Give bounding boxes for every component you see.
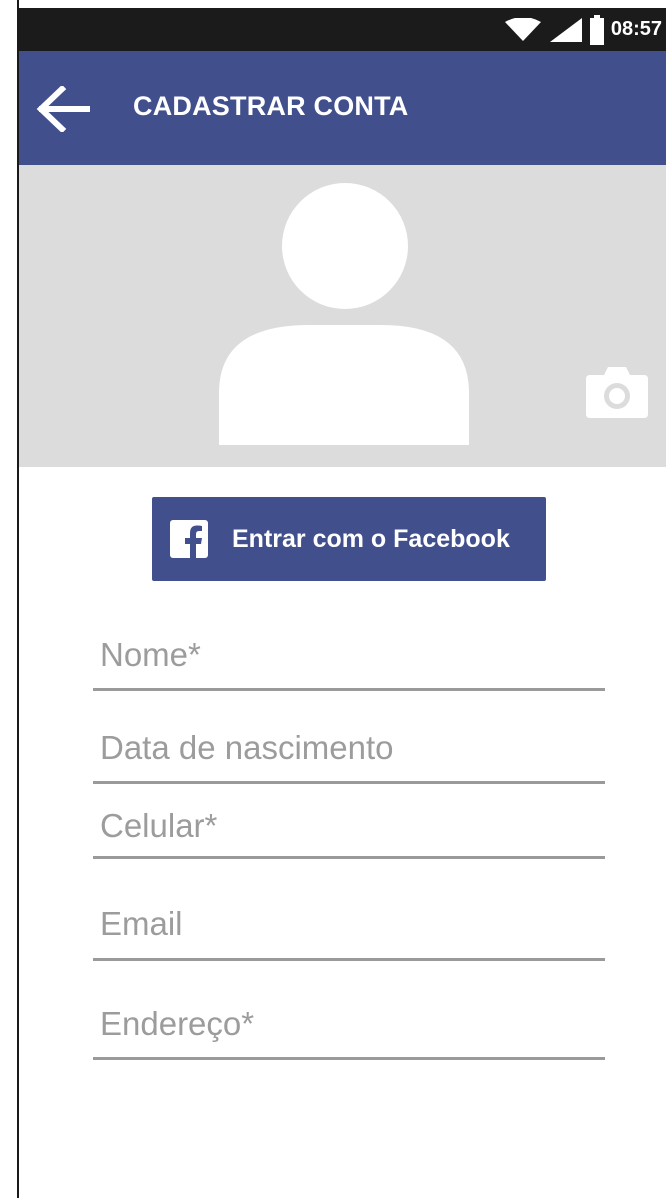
- email-field-underline: [93, 958, 605, 961]
- wifi-icon: [504, 17, 541, 41]
- phone-field-underline: [93, 856, 605, 859]
- back-button[interactable]: [35, 81, 91, 137]
- app-bar: CADASTRAR CONTA: [19, 51, 666, 165]
- birthdate-field-underline: [93, 781, 605, 784]
- birthdate-field[interactable]: Data de nascimento: [93, 725, 605, 785]
- email-field[interactable]: Email: [93, 903, 605, 963]
- birthdate-field-placeholder: Data de nascimento: [100, 729, 394, 766]
- phone-field[interactable]: Celular*: [93, 805, 605, 860]
- battery-icon: [589, 14, 604, 45]
- address-field-underline: [93, 1057, 605, 1060]
- name-field-underline: [93, 688, 605, 691]
- facebook-icon: [170, 520, 208, 558]
- status-bar: 08:57: [18, 8, 666, 51]
- address-field-placeholder: Endereço*: [100, 1005, 255, 1042]
- address-field[interactable]: Endereço*: [93, 1003, 605, 1063]
- email-field-placeholder: Email: [100, 905, 183, 942]
- signal-icon: [549, 17, 582, 42]
- arrow-left-icon: [36, 86, 90, 132]
- camera-icon[interactable]: [586, 363, 648, 418]
- name-field[interactable]: Nome*: [93, 630, 605, 692]
- name-field-placeholder: Nome*: [100, 636, 201, 673]
- facebook-login-button[interactable]: Entrar com o Facebook: [152, 497, 546, 581]
- screen: 08:57 CADASTRAR CONTA Entrar com o Faceb…: [0, 0, 666, 1198]
- status-time: 08:57: [610, 18, 662, 40]
- person-silhouette-icon: [219, 183, 469, 445]
- phone-field-placeholder: Celular*: [100, 807, 218, 844]
- page-title: CADASTRAR CONTA: [133, 91, 409, 121]
- facebook-button-label: Entrar com o Facebook: [232, 524, 510, 553]
- profile-photo-area[interactable]: [19, 165, 666, 467]
